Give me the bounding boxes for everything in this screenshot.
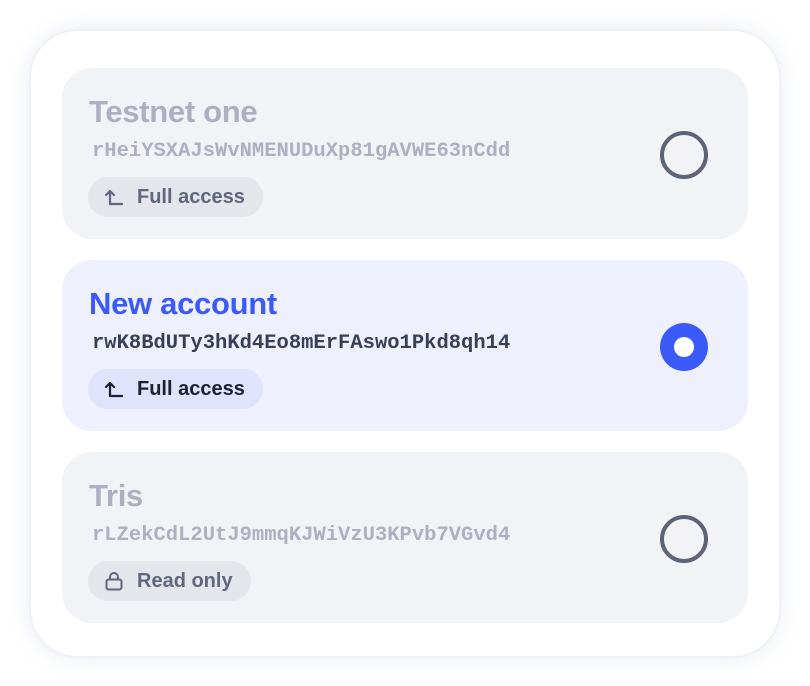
account-address: rwK8BdUTy3hKd4Eo8mErFAswo1Pkd8qh14 [92, 332, 511, 355]
account-card-tris[interactable]: Tris rLZekCdL2UtJ9mmqKJWiVzU3KPvb7VGvd4 … [62, 452, 748, 623]
access-badge: Read only [88, 561, 251, 601]
arrow-up-left-icon [104, 379, 124, 399]
account-address: rLZekCdL2UtJ9mmqKJWiVzU3KPvb7VGvd4 [92, 524, 511, 547]
account-name: New account [89, 286, 277, 321]
access-label: Full access [137, 377, 245, 400]
access-label: Read only [137, 569, 233, 592]
account-radio-button[interactable] [660, 131, 708, 179]
account-name: Testnet one [89, 94, 258, 129]
account-name: Tris [89, 478, 143, 513]
arrow-up-left-icon [104, 187, 124, 207]
access-badge: Full access [88, 369, 263, 409]
access-badge: Full access [88, 177, 263, 217]
account-radio-button[interactable] [660, 515, 708, 563]
access-label: Full access [137, 185, 245, 208]
lock-icon [104, 571, 124, 591]
account-card-new-account[interactable]: New account rwK8BdUTy3hKd4Eo8mErFAswo1Pk… [62, 260, 748, 431]
account-card-testnet-one[interactable]: Testnet one rHeiYSXAJsWvNMENUDuXp81gAVWE… [62, 68, 748, 239]
account-address: rHeiYSXAJsWvNMENUDuXp81gAVWE63nCdd [92, 140, 511, 163]
account-radio-button-selected[interactable] [660, 323, 708, 371]
